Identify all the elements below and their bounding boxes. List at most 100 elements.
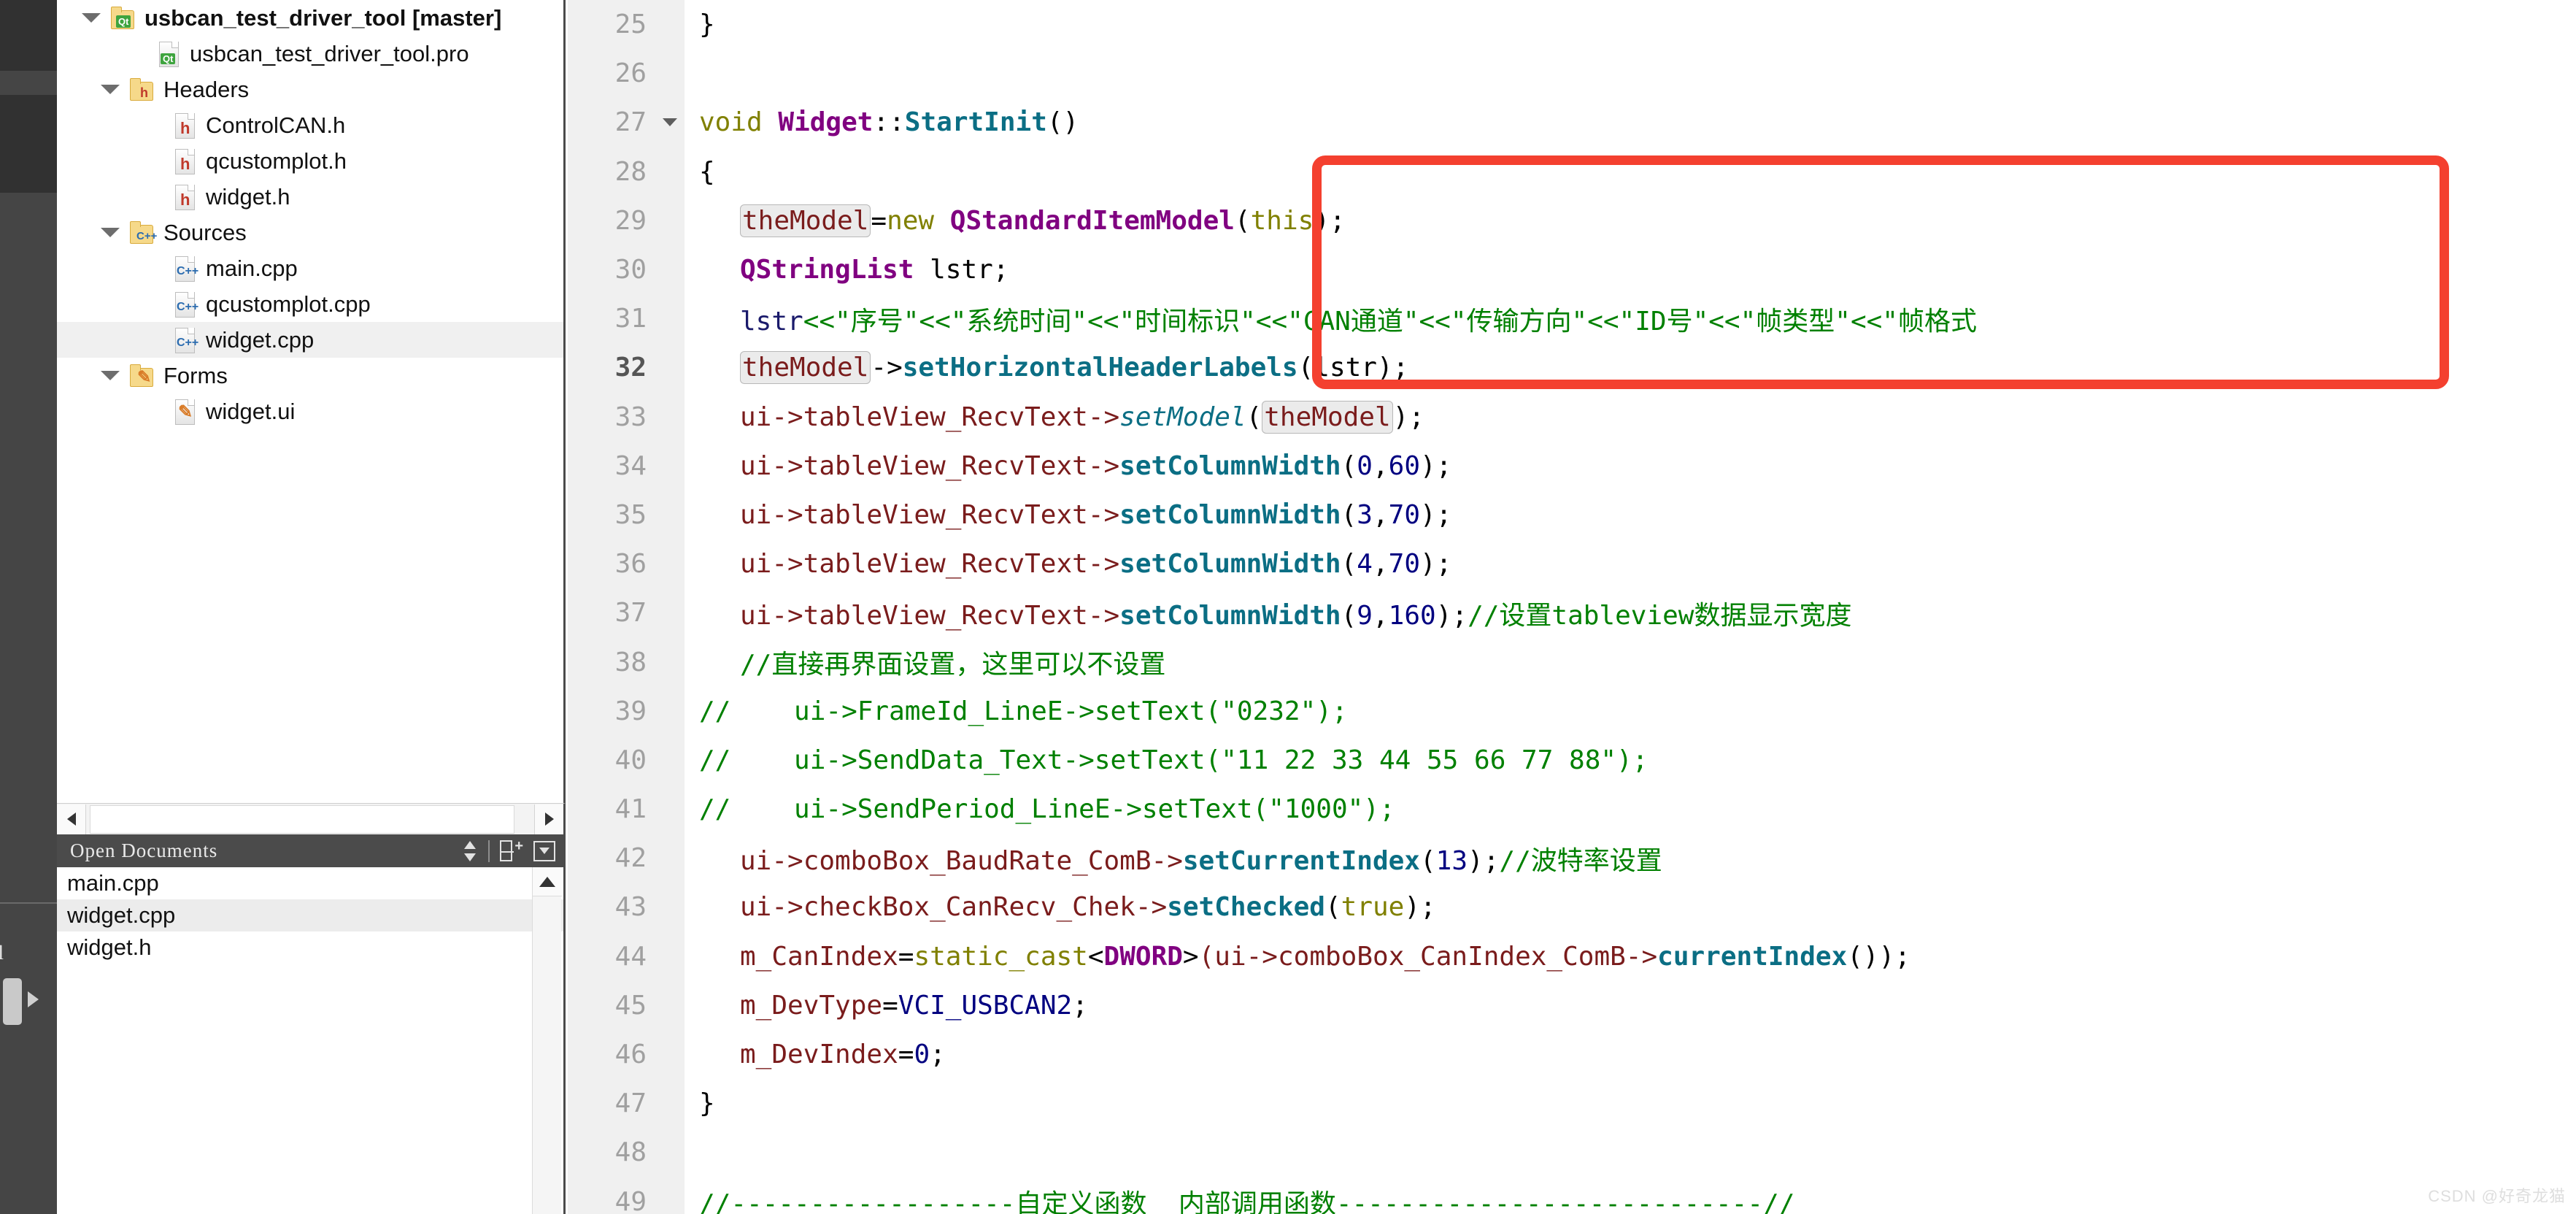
token-object: (ui->comboBox_CanIndex_ComB->	[1198, 941, 1658, 972]
token-punct: <	[1087, 941, 1104, 972]
code-line[interactable]: 35 ui->tableView_RecvText->setColumnWidt…	[568, 491, 2576, 539]
tree-item-widget-ui[interactable]: ✎ widget.ui	[57, 393, 563, 429]
project-tree[interactable]: Qt usbcan_test_driver_tool [master] Qt u…	[57, 0, 566, 803]
hscroll-track[interactable]	[86, 804, 534, 834]
folder-h-icon: h	[128, 77, 156, 102]
tree-item-label: qcustomplot.cpp	[206, 291, 371, 317]
code-content[interactable]: 25 } 26 27 void Widget::StartInit() 28 {	[568, 0, 2576, 1214]
code-line[interactable]: 37 ui->tableView_RecvText->setColumnWidt…	[568, 588, 2576, 637]
code-text: ui->tableView_RecvText->setModel(theMode…	[685, 400, 1424, 434]
code-line[interactable]: 28 {	[568, 147, 2576, 196]
code-line[interactable]: 38 //直接再界面设置，这里可以不设置	[568, 637, 2576, 686]
token-punct: >	[1182, 941, 1199, 972]
chevron-right-icon[interactable]	[28, 991, 39, 1007]
tree-item-headers-folder[interactable]: h Headers	[57, 72, 563, 107]
code-editor[interactable]: 25 } 26 27 void Widget::StartInit() 28 {	[568, 0, 2576, 1214]
line-number: 47	[614, 1088, 647, 1119]
line-number: 35	[614, 499, 647, 530]
tree-item-qcustomplot-h[interactable]: h qcustomplot.h	[57, 143, 563, 179]
scroll-up-button[interactable]	[533, 867, 562, 896]
code-line[interactable]: 48	[568, 1128, 2576, 1177]
hscroll-thumb[interactable]	[90, 804, 514, 834]
tree-item-project-root[interactable]: Qt usbcan_test_driver_tool [master]	[57, 0, 563, 36]
code-line[interactable]: 47 }	[568, 1079, 2576, 1128]
chevron-down-icon[interactable]	[101, 228, 120, 237]
token-punct: );	[1420, 549, 1452, 580]
code-line[interactable]: 36 ui->tableView_RecvText->setColumnWidt…	[568, 539, 2576, 588]
plus-glyph: +	[514, 837, 523, 854]
scroll-right-button[interactable]	[534, 804, 563, 834]
token-punct: ,	[1372, 499, 1389, 530]
project-tree-hscrollbar[interactable]	[57, 803, 566, 834]
tree-item-forms-folder[interactable]: ✎ Forms	[57, 358, 563, 393]
triangle-down-icon	[539, 847, 549, 854]
code-text: m_DevType=VCI_USBCAN2;	[685, 991, 1088, 1021]
mode-sidebar-handle[interactable]	[3, 978, 22, 1025]
open-documents-vscrollbar[interactable]	[532, 867, 562, 1214]
code-text: ui->tableView_RecvText->setColumnWidth(3…	[685, 500, 1451, 530]
close-split-icon[interactable]	[533, 840, 555, 861]
code-line[interactable]: 40 // ui->SendData_Text->setText("11 22 …	[568, 736, 2576, 785]
code-line[interactable]: 45 m_DevType=VCI_USBCAN2;	[568, 981, 2576, 1030]
code-line[interactable]: 34 ui->tableView_RecvText->setColumnWidt…	[568, 442, 2576, 491]
tree-item-label: ControlCAN.h	[206, 112, 346, 138]
chevron-down-icon[interactable]	[101, 85, 120, 94]
tree-item-qcustomplot-cpp[interactable]: C++ qcustomplot.cpp	[57, 286, 563, 322]
open-document-item[interactable]: widget.h	[57, 931, 563, 964]
tree-item-widget-cpp[interactable]: C++ widget.cpp	[57, 322, 563, 358]
qt-creator-window: g tool Qt usbcan_test_driver_tool [maste…	[0, 0, 2576, 1214]
code-line[interactable]: 30 QStringList lstr;	[568, 245, 2576, 294]
code-line[interactable]: 29 theModel=new QStandardItemModel(this)…	[568, 196, 2576, 245]
code-line[interactable]: 43 ui->checkBox_CanRecv_Chek->setChecked…	[568, 883, 2576, 931]
code-line[interactable]: 49 //------------------自定义函数 内部调用函数-----…	[568, 1177, 2576, 1214]
open-document-item[interactable]: widget.cpp	[57, 899, 563, 931]
tree-item-pro-file[interactable]: Qt usbcan_test_driver_tool.pro	[57, 36, 563, 72]
chevron-down-icon[interactable]	[101, 371, 120, 380]
tree-item-controlcan-h[interactable]: h ControlCAN.h	[57, 107, 563, 143]
token-punct: (	[1234, 205, 1251, 236]
token-number: 9	[1357, 600, 1373, 631]
triangle-left-icon	[66, 812, 76, 826]
line-number: 30	[614, 255, 647, 285]
token-number: 4	[1357, 549, 1373, 580]
mode-sidebar[interactable]: g tool	[0, 0, 57, 1214]
token-function: setCurrentIndex	[1182, 845, 1420, 876]
scroll-left-button[interactable]	[57, 804, 86, 834]
code-line[interactable]: 41 // ui->SendPeriod_LineE->setText("100…	[568, 785, 2576, 834]
token-number: 70	[1388, 549, 1421, 580]
chevron-down-icon[interactable]	[82, 13, 101, 23]
token-number: 3	[1357, 499, 1373, 530]
code-line[interactable]: 46 m_DevIndex=0;	[568, 1030, 2576, 1079]
code-line[interactable]: 25 }	[568, 0, 2576, 49]
line-number: 26	[614, 58, 647, 89]
code-line[interactable]: 42 ui->comboBox_BaudRate_ComB->setCurren…	[568, 834, 2576, 883]
fold-marker-icon[interactable]	[663, 118, 677, 127]
tree-item-widget-h[interactable]: h widget.h	[57, 179, 563, 215]
token-args: (lstr);	[1297, 353, 1409, 383]
code-line[interactable]: 32 theModel->setHorizontalHeaderLabels(l…	[568, 343, 2576, 392]
code-line[interactable]: 39 // ui->FrameId_LineE->setText("0232")…	[568, 687, 2576, 736]
token-punct: (	[1246, 402, 1262, 432]
code-line[interactable]: 26	[568, 49, 2576, 98]
code-line[interactable]: 27 void Widget::StartInit()	[568, 98, 2576, 147]
code-line[interactable]: 44 m_CanIndex=static_cast<DWORD>(ui->com…	[568, 932, 2576, 981]
open-document-item[interactable]: main.cpp	[57, 867, 563, 899]
tree-item-sources-folder[interactable]: C++ Sources	[57, 215, 563, 250]
sort-updown-icon[interactable]	[460, 839, 479, 864]
split-view-icon[interactable]: +	[500, 837, 523, 862]
tree-item-main-cpp[interactable]: C++ main.cpp	[57, 250, 563, 286]
open-documents-list[interactable]: main.cpp widget.cpp widget.h	[57, 867, 566, 1214]
line-number: 43	[614, 892, 647, 923]
code-text: ui->tableView_RecvText->setColumnWidth(0…	[685, 451, 1451, 481]
token-function: setHorizontalHeaderLabels	[902, 353, 1298, 383]
token-keyword: void	[699, 107, 763, 138]
token-punct: );	[1468, 845, 1500, 876]
tree-item-label: Sources	[163, 219, 247, 245]
code-line[interactable]: 33 ui->tableView_RecvText->setModel(theM…	[568, 393, 2576, 442]
tree-item-label: widget.cpp	[206, 326, 315, 353]
mode-sidebar-segment-top	[0, 0, 57, 71]
token-punct: ()	[1046, 107, 1079, 138]
code-line[interactable]: 31 lstr<<"序号"<<"系统时间"<<"时间标识"<<"CAN通道"<<…	[568, 294, 2576, 343]
token-punct: ;	[930, 1040, 946, 1070]
token-function: setChecked	[1167, 892, 1325, 923]
